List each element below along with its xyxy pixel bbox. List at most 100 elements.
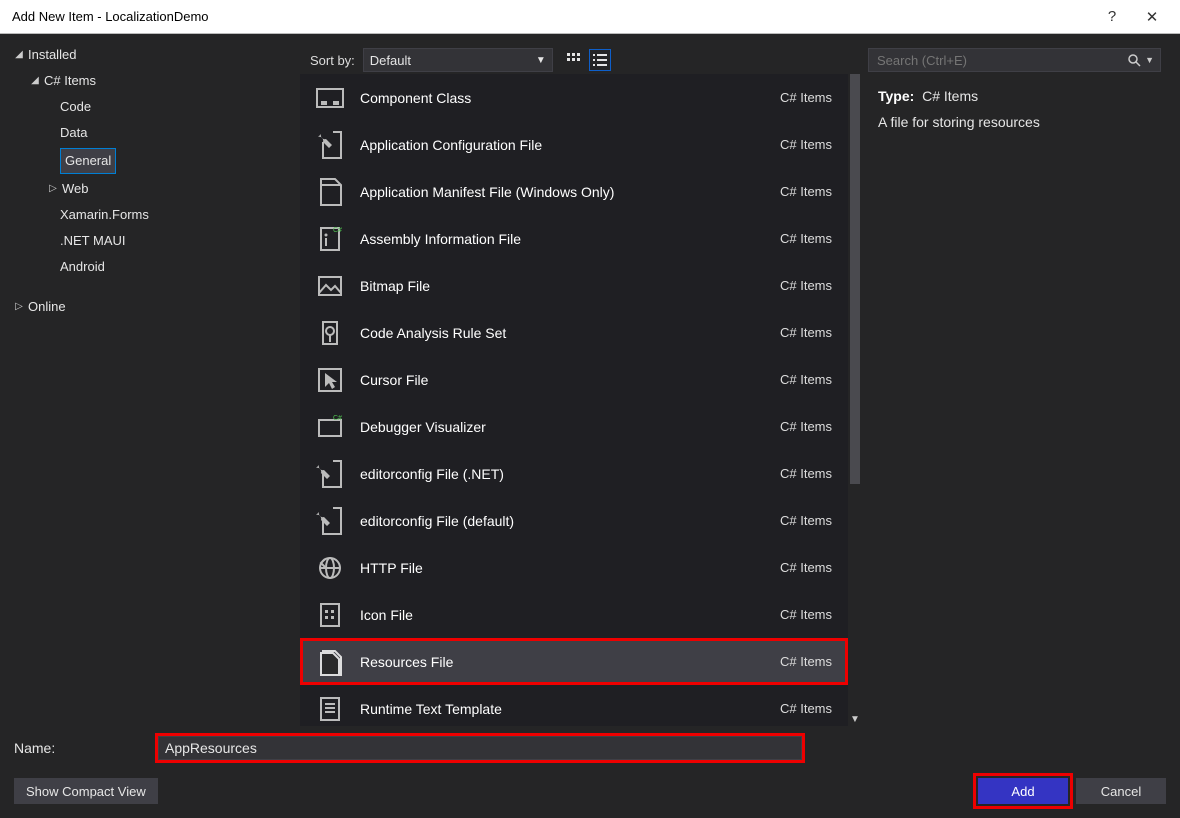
add-button[interactable]: Add: [978, 778, 1068, 804]
list-item-label: Assembly Information File: [360, 231, 780, 247]
list-item[interactable]: HTTP FileC# Items: [300, 544, 848, 591]
list-item-tag: C# Items: [780, 278, 832, 293]
tree-item-label: .NET MAUI: [60, 230, 126, 252]
search-input[interactable]: [875, 52, 1123, 69]
tree-item-installed[interactable]: ◢ Installed: [6, 42, 294, 68]
http-icon: [315, 553, 345, 583]
search-icon: [1127, 53, 1141, 67]
info-description: A file for storing resources: [878, 114, 1155, 130]
sort-by-label: Sort by:: [310, 53, 355, 68]
chevron-down-icon: ◢: [12, 44, 26, 66]
list-item[interactable]: C#Debugger VisualizerC# Items: [300, 403, 848, 450]
list-item-tag: C# Items: [780, 654, 832, 669]
tree-item-label: Data: [60, 122, 87, 144]
list-item[interactable]: Bitmap FileC# Items: [300, 262, 848, 309]
text-template-icon: [315, 694, 345, 724]
wrench-file-icon: [315, 130, 345, 160]
tree-item-online[interactable]: ▷ Online: [6, 294, 294, 320]
category-tree: ◢ Installed ◢ C# Items Code Data General…: [0, 34, 300, 726]
list-item-label: Code Analysis Rule Set: [360, 325, 780, 341]
list-item-tag: C# Items: [780, 513, 832, 528]
view-medium-icons-button[interactable]: [563, 49, 585, 71]
info-file-icon: C#: [315, 224, 345, 254]
cancel-button[interactable]: Cancel: [1076, 778, 1166, 804]
list-item-tag: C# Items: [780, 137, 832, 152]
list-item[interactable]: Code Analysis Rule SetC# Items: [300, 309, 848, 356]
list-item-label: Resources File: [360, 654, 780, 670]
chevron-right-icon: ▷: [12, 296, 26, 318]
tree-item[interactable]: Xamarin.Forms: [6, 202, 294, 228]
template-list-scrollbar[interactable]: ▼: [848, 74, 862, 726]
bitmap-icon: [315, 271, 345, 301]
list-item-label: Debugger Visualizer: [360, 419, 780, 435]
list-item-tag: C# Items: [780, 90, 832, 105]
ruleset-icon: [315, 318, 345, 348]
list-item-tag: C# Items: [780, 325, 832, 340]
search-box[interactable]: ▼: [868, 48, 1161, 72]
title-bar: Add New Item - LocalizationDemo ? ✕: [0, 0, 1180, 34]
window-title: Add New Item - LocalizationDemo: [8, 9, 1092, 24]
list-item-label: Bitmap File: [360, 278, 780, 294]
list-item-tag: C# Items: [780, 184, 832, 199]
tree-item-label: Code: [60, 96, 91, 118]
info-type-row: Type: C# Items: [878, 88, 1155, 104]
list-item[interactable]: Application Configuration FileC# Items: [300, 121, 848, 168]
tree-item[interactable]: .NET MAUI: [6, 228, 294, 254]
list-item-label: Cursor File: [360, 372, 780, 388]
list-item-tag: C# Items: [780, 607, 832, 622]
sort-by-dropdown[interactable]: Default ▼: [363, 48, 553, 72]
icon-file-icon: [315, 600, 345, 630]
cursor-icon: [315, 365, 345, 395]
close-icon[interactable]: ✕: [1132, 8, 1172, 26]
list-item-resources-file[interactable]: Resources FileC# Items: [300, 638, 848, 685]
list-item-tag: C# Items: [780, 231, 832, 246]
list-item[interactable]: Icon FileC# Items: [300, 591, 848, 638]
name-input[interactable]: [158, 736, 802, 760]
list-item-tag: C# Items: [780, 560, 832, 575]
chevron-down-icon[interactable]: ▼: [1145, 55, 1154, 65]
tree-item-csharp[interactable]: ◢ C# Items: [6, 68, 294, 94]
tree-item-label: C# Items: [44, 70, 96, 92]
bottom-bar: Name: Show Compact View Add Cancel: [0, 726, 1180, 818]
tree-item-general[interactable]: General: [6, 146, 294, 176]
tree-item[interactable]: Data: [6, 120, 294, 146]
info-type-label: Type:: [878, 88, 914, 104]
visualizer-icon: C#: [315, 412, 345, 442]
list-item[interactable]: C# Assembly Information FileC# Items: [300, 215, 848, 262]
svg-text:C#: C#: [333, 415, 342, 422]
list-item[interactable]: Component ClassC# Items: [300, 74, 848, 121]
tree-item-label: Installed: [28, 44, 76, 66]
manifest-file-icon: [315, 177, 345, 207]
view-list-button[interactable]: [589, 49, 611, 71]
svg-text:C#: C#: [333, 227, 342, 234]
info-panel: Type: C# Items A file for storing resour…: [862, 74, 1171, 726]
list-item[interactable]: Cursor FileC# Items: [300, 356, 848, 403]
list-item-label: HTTP File: [360, 560, 780, 576]
list-item-tag: C# Items: [780, 701, 832, 716]
scrollbar-thumb[interactable]: [850, 74, 860, 484]
list-item-label: Runtime Text Template: [360, 701, 780, 717]
list-item-label: Application Configuration File: [360, 137, 780, 153]
list-item-label: editorconfig File (.NET): [360, 466, 780, 482]
tree-item-label: Android: [60, 256, 105, 278]
chevron-down-icon: ▼: [536, 55, 546, 66]
list-item[interactable]: Application Manifest File (Windows Only)…: [300, 168, 848, 215]
list-item-label: Component Class: [360, 90, 780, 106]
list-item-tag: C# Items: [780, 372, 832, 387]
scroll-down-icon[interactable]: ▼: [848, 712, 862, 726]
list-item-label: Icon File: [360, 607, 780, 623]
editorconfig-icon: [315, 506, 345, 536]
chevron-right-icon: ▷: [46, 178, 60, 200]
list-item[interactable]: Runtime Text TemplateC# Items: [300, 685, 848, 726]
list-item-tag: C# Items: [780, 466, 832, 481]
list-item[interactable]: editorconfig File (.NET)C# Items: [300, 450, 848, 497]
tree-item-web[interactable]: ▷ Web: [6, 176, 294, 202]
list-item[interactable]: editorconfig File (default)C# Items: [300, 497, 848, 544]
editorconfig-icon: [315, 459, 345, 489]
list-icon: [593, 53, 607, 67]
show-compact-view-button[interactable]: Show Compact View: [14, 778, 158, 804]
tree-item[interactable]: Code: [6, 94, 294, 120]
help-icon[interactable]: ?: [1092, 8, 1132, 25]
list-item-label: Application Manifest File (Windows Only): [360, 184, 780, 200]
tree-item[interactable]: Android: [6, 254, 294, 280]
